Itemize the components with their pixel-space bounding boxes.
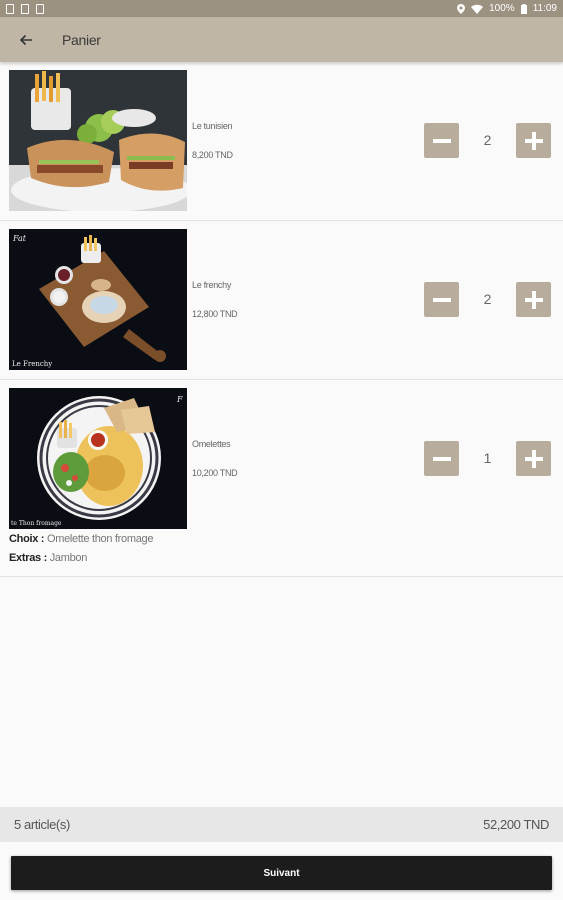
plus-icon bbox=[524, 131, 543, 150]
cart-item: Fat Le Frenchy Le frenchy 12,800 TND 2 bbox=[0, 221, 563, 380]
svg-text:Fat: Fat bbox=[12, 234, 27, 243]
back-button[interactable] bbox=[0, 17, 52, 62]
choice-value: Omelette thon fromage bbox=[46, 533, 154, 545]
increase-quantity-button[interactable] bbox=[516, 282, 551, 317]
item-extras: Extras : Jambon bbox=[9, 552, 87, 564]
notification-icon bbox=[21, 3, 29, 14]
battery-percent: 100% bbox=[489, 3, 515, 14]
decrease-quantity-button[interactable] bbox=[424, 123, 459, 158]
cart-total: 52,200 TND bbox=[483, 817, 549, 832]
svg-text:F: F bbox=[176, 395, 183, 404]
next-button[interactable]: Suivant bbox=[11, 856, 552, 890]
item-price: 8,200 TND bbox=[192, 150, 233, 160]
notification-icons bbox=[6, 3, 44, 14]
item-price: 10,200 TND bbox=[192, 468, 238, 478]
quantity-value: 1 bbox=[483, 450, 492, 466]
notification-icon bbox=[6, 3, 14, 14]
quantity-value: 2 bbox=[483, 291, 492, 307]
wifi-icon bbox=[471, 4, 484, 14]
notification-icon bbox=[36, 3, 44, 14]
increase-quantity-button[interactable] bbox=[516, 441, 551, 476]
extras-value: Jambon bbox=[49, 552, 88, 564]
system-indicators: 100% 11:09 bbox=[457, 3, 557, 14]
decrease-quantity-button[interactable] bbox=[424, 441, 459, 476]
increase-quantity-button[interactable] bbox=[516, 123, 551, 158]
arrow-left-icon bbox=[19, 34, 32, 45]
plus-icon bbox=[524, 449, 543, 468]
product-image: F te Thon fromage bbox=[9, 388, 187, 529]
item-choice: Choix : Omelette thon fromage bbox=[9, 533, 153, 545]
item-count: 5 article(s) bbox=[14, 817, 70, 832]
clock: 11:09 bbox=[532, 3, 557, 14]
quantity-value: 2 bbox=[483, 132, 492, 148]
page-title: Panier bbox=[62, 31, 101, 48]
item-name: Le tunisien bbox=[192, 121, 233, 131]
minus-icon bbox=[432, 138, 451, 143]
svg-text:te Thon fromage: te Thon fromage bbox=[11, 520, 62, 527]
item-price: 12,800 TND bbox=[192, 309, 238, 319]
decrease-quantity-button[interactable] bbox=[424, 282, 459, 317]
product-image bbox=[9, 70, 187, 211]
item-name: Le frenchy bbox=[192, 280, 232, 290]
app-bar: Panier bbox=[0, 17, 563, 62]
minus-icon bbox=[432, 297, 451, 302]
choice-label: Choix : bbox=[9, 533, 45, 545]
item-name: Omelettes bbox=[192, 439, 231, 449]
cart-item: Le tunisien 8,200 TND 2 bbox=[0, 62, 563, 221]
cart-item: F te Thon fromage Omelettes 10,200 TND 1… bbox=[0, 380, 563, 577]
product-image: Fat Le Frenchy bbox=[9, 229, 187, 370]
battery-icon bbox=[520, 3, 527, 14]
cart-summary: 5 article(s) 52,200 TND bbox=[0, 807, 563, 842]
cart-list: Le tunisien 8,200 TND 2 Fat Le Frenchy L… bbox=[0, 62, 563, 577]
extras-label: Extras : bbox=[9, 552, 47, 564]
location-icon bbox=[457, 3, 466, 14]
plus-icon bbox=[524, 290, 543, 309]
status-bar: 100% 11:09 bbox=[0, 0, 563, 17]
minus-icon bbox=[432, 456, 451, 461]
svg-text:Le Frenchy: Le Frenchy bbox=[12, 360, 52, 368]
